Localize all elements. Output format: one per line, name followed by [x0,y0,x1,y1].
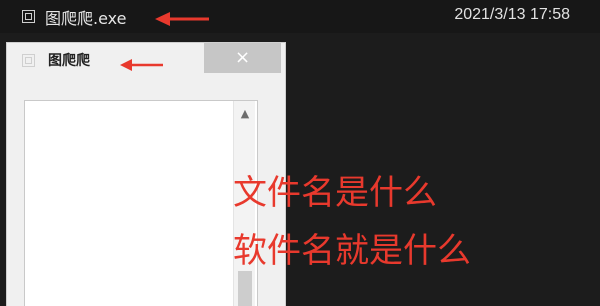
taskbar-app-title[interactable]: 图爬爬.exe [45,5,126,29]
window-app-icon [22,54,35,67]
annotation-line-2: 软件名就是什么 [233,231,471,271]
taskbar-strip: 图爬爬.exe 2021/3/13 17:58 [0,0,600,33]
scroll-thumb[interactable] [238,271,252,306]
annotation-line-1: 文件名是什么 [233,173,437,213]
app-window-icon [22,10,35,23]
scroll-up-icon[interactable]: ▲ [234,107,256,120]
close-button[interactable]: × [204,43,281,73]
clock-text: 2021/3/13 17:58 [454,6,570,23]
close-icon: × [234,47,251,68]
red-arrow-icon [155,12,209,26]
file-list-box[interactable] [24,100,258,306]
red-arrow-icon-2 [120,59,163,71]
window-title: 图爬爬 [48,53,90,69]
